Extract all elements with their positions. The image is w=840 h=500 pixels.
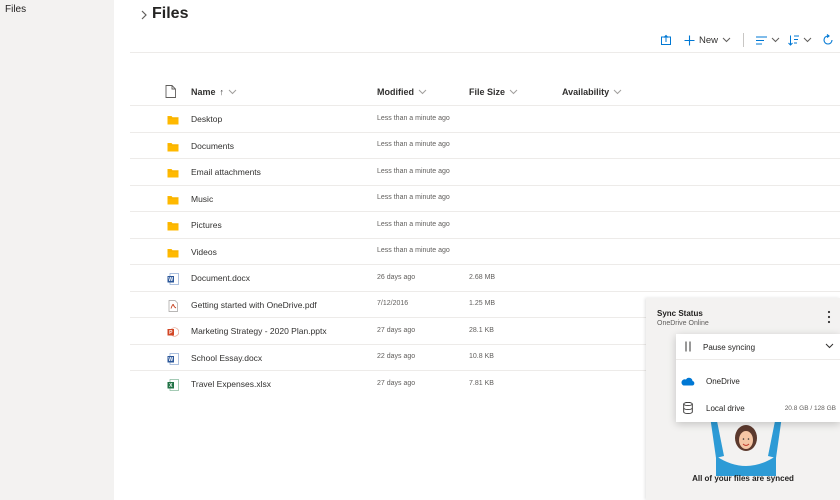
chevron-down-icon	[228, 89, 237, 95]
file-type-icon[interactable]	[165, 85, 176, 98]
file-modified: 7/12/2016	[377, 300, 409, 307]
file-size: 28.1 KB	[469, 326, 494, 334]
refresh-icon	[823, 34, 833, 45]
column-header-name[interactable]: Name ↑	[191, 87, 237, 97]
file-modified: Less than a minute ago	[377, 167, 450, 175]
share-button[interactable]	[660, 31, 672, 49]
sort-ascending-icon: ↑	[219, 87, 225, 97]
file-name: Desktop	[191, 114, 223, 124]
column-header-file-size[interactable]: File Size	[469, 87, 518, 97]
column-name-label: Name	[191, 87, 216, 97]
word-document-icon: W	[167, 272, 179, 285]
header-divider	[130, 52, 840, 53]
local-drive-item[interactable]: Local drive 20.8 GB / 128 GB	[676, 397, 840, 419]
file-modified: 26 days ago	[377, 273, 416, 281]
list-item[interactable]: Documents Less than a minute ago	[130, 133, 840, 159]
sort-button[interactable]	[788, 31, 812, 49]
command-bar: New	[660, 31, 834, 49]
powerpoint-icon: P	[167, 325, 180, 337]
svg-text:W: W	[168, 357, 173, 363]
file-modified: Less than a minute ago	[377, 114, 450, 122]
new-label: New	[699, 34, 719, 46]
chevron-down-icon	[509, 89, 518, 95]
folder-icon	[167, 246, 179, 258]
onedrive-cloud-icon	[681, 377, 695, 386]
file-name: Pictures	[191, 220, 222, 230]
file-modified: Less than a minute ago	[377, 141, 450, 148]
chevron-down-icon	[613, 89, 622, 95]
file-size: 2.68 MB	[469, 273, 496, 281]
chevron-down-icon	[722, 37, 731, 43]
list-item[interactable]: W Document.docx 26 days ago 2.68 MB	[130, 265, 840, 292]
folder-icon	[167, 193, 179, 205]
file-modified: 22 days ago	[377, 353, 416, 360]
list-item[interactable]: Music Less than a minute ago	[130, 186, 840, 212]
file-name: Document.docx	[191, 273, 251, 283]
pause-syncing-label: Pause syncing	[703, 343, 756, 352]
list-item[interactable]: Pictures Less than a minute ago	[130, 212, 840, 239]
pause-icon	[685, 341, 691, 352]
file-name: Email attachments	[191, 167, 261, 177]
sync-menu: Pause syncing OneDrive Local drive 20.8 …	[676, 334, 840, 422]
toolbar-divider	[743, 33, 745, 47]
file-modified: Less than a minute ago	[377, 220, 450, 228]
excel-icon: X	[167, 378, 179, 391]
chevron-down-icon	[771, 37, 780, 43]
plus-icon	[684, 35, 695, 45]
file-modified: Less than a minute ago	[377, 194, 450, 201]
file-size: 7.81 KB	[469, 379, 494, 387]
column-availability-label: Availability	[562, 87, 610, 97]
database-icon	[683, 402, 693, 414]
chevron-down-icon	[418, 89, 427, 95]
svg-text:W: W	[168, 277, 173, 283]
list-item[interactable]: Videos Less than a minute ago	[130, 239, 840, 265]
more-options-icon[interactable]	[826, 310, 832, 324]
file-name: Videos	[191, 246, 217, 257]
folder-icon	[167, 113, 179, 125]
onedrive-label: OneDrive	[706, 377, 740, 386]
column-file-size-label: File Size	[469, 87, 506, 97]
file-name: Documents	[191, 140, 234, 151]
column-header-availability[interactable]: Availability	[562, 87, 622, 97]
column-modified-label: Modified	[377, 87, 414, 97]
file-size: 10.8 KB	[469, 353, 494, 360]
page-title: Files	[152, 5, 189, 22]
sync-status-title: Sync Status	[657, 309, 703, 318]
list-item[interactable]: Email attachments Less than a minute ago	[130, 159, 840, 186]
sync-button[interactable]	[822, 31, 834, 49]
breadcrumb-chevron-icon[interactable]	[139, 8, 149, 22]
local-drive-usage: 20.8 GB / 128 GB	[784, 405, 836, 412]
chevron-down-icon	[825, 343, 834, 349]
pause-syncing-button[interactable]: Pause syncing	[676, 334, 840, 360]
new-button[interactable]: New	[684, 31, 731, 49]
pdf-icon	[167, 299, 179, 312]
view-options-button[interactable]	[756, 31, 780, 49]
folder-icon	[167, 140, 179, 152]
chevron-down-icon	[803, 37, 812, 43]
file-modified: 27 days ago	[377, 379, 416, 387]
file-modified: Less than a minute ago	[377, 247, 450, 254]
local-drive-label: Local drive	[706, 404, 745, 413]
file-name: Travel Expenses.xlsx	[191, 379, 271, 389]
file-name: Marketing Strategy - 2020 Plan.pptx	[191, 326, 327, 336]
list-header: Name ↑ Modified File Size Availability	[130, 79, 840, 106]
share-icon	[661, 34, 671, 45]
file-name: School Essay.docx	[191, 352, 263, 363]
file-size: 1.25 MB	[469, 300, 496, 307]
sync-status-subtitle: OneDrive Online	[657, 320, 709, 327]
word-document-icon: W	[167, 352, 179, 365]
column-header-modified[interactable]: Modified	[377, 87, 427, 97]
file-name: Getting started with OneDrive.pdf	[191, 299, 317, 310]
folder-icon	[167, 219, 179, 231]
file-name: Music	[191, 193, 214, 204]
nav-item-files[interactable]: Files	[5, 4, 26, 15]
file-modified: 27 days ago	[377, 326, 416, 334]
list-item[interactable]: Desktop Less than a minute ago	[130, 106, 840, 133]
list-view-icon	[756, 36, 768, 44]
sort-icon	[788, 35, 800, 46]
onedrive-item[interactable]: OneDrive	[676, 370, 840, 392]
folder-icon	[167, 166, 179, 178]
left-nav: Files	[0, 0, 114, 500]
sync-message: All of your files are synced	[692, 474, 794, 483]
